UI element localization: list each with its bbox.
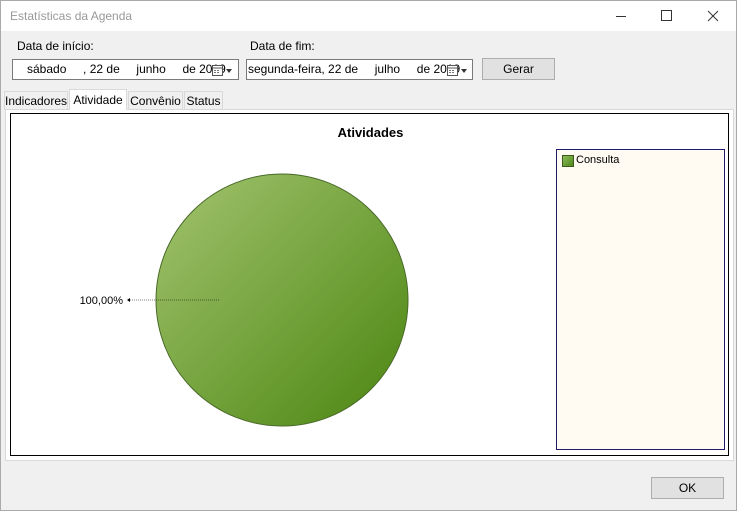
generate-button[interactable]: Gerar: [482, 58, 555, 80]
window-title: Estatísticas da Agenda: [10, 9, 133, 23]
minimize-icon: [616, 16, 626, 17]
calendar-dropdown-icon[interactable]: [212, 64, 236, 83]
legend-swatch-consulta: [562, 155, 574, 167]
maximize-button[interactable]: [644, 1, 690, 31]
maximize-icon: [661, 10, 672, 21]
start-date-label: Data de início:: [17, 39, 94, 53]
pie-chart: 100,00%: [80, 173, 409, 427]
close-button[interactable]: [690, 1, 736, 31]
pie-label-consulta: 100,00%: [80, 295, 124, 307]
end-date-label: Data de fim:: [250, 39, 315, 53]
chart-legend: Consulta: [556, 149, 725, 450]
tab-indicadores[interactable]: Indicadores: [4, 91, 68, 110]
close-icon: [707, 10, 719, 22]
tab-convenio[interactable]: Convênio: [128, 91, 183, 110]
tab-status[interactable]: Status: [184, 91, 223, 110]
legend-label-consulta: Consulta: [576, 154, 620, 166]
end-date-picker[interactable]: segunda-feira, 22 de julho de 2019: [246, 59, 473, 80]
tab-panel-atividade: Atividades 100,00% Consulta: [5, 109, 734, 461]
calendar-dropdown-icon[interactable]: [447, 64, 471, 83]
chart-area: Atividades 100,00% Consulta: [10, 113, 729, 456]
title-bar: Estatísticas da Agenda: [1, 1, 736, 31]
pie-slice-consulta: [155, 173, 409, 427]
window: Estatísticas da Agenda Data de início: s…: [0, 0, 737, 511]
start-date-picker[interactable]: sábado , 22 de junho de 2019: [12, 59, 239, 80]
minimize-button[interactable]: [598, 1, 644, 31]
pie-leader-arrow-consulta: [127, 298, 130, 302]
start-date-value: sábado , 22 de junho de 2019: [27, 62, 226, 76]
ok-button[interactable]: OK: [651, 477, 724, 499]
tab-atividade[interactable]: Atividade: [69, 89, 127, 110]
end-date-value: segunda-feira, 22 de julho de 2019: [248, 62, 461, 76]
